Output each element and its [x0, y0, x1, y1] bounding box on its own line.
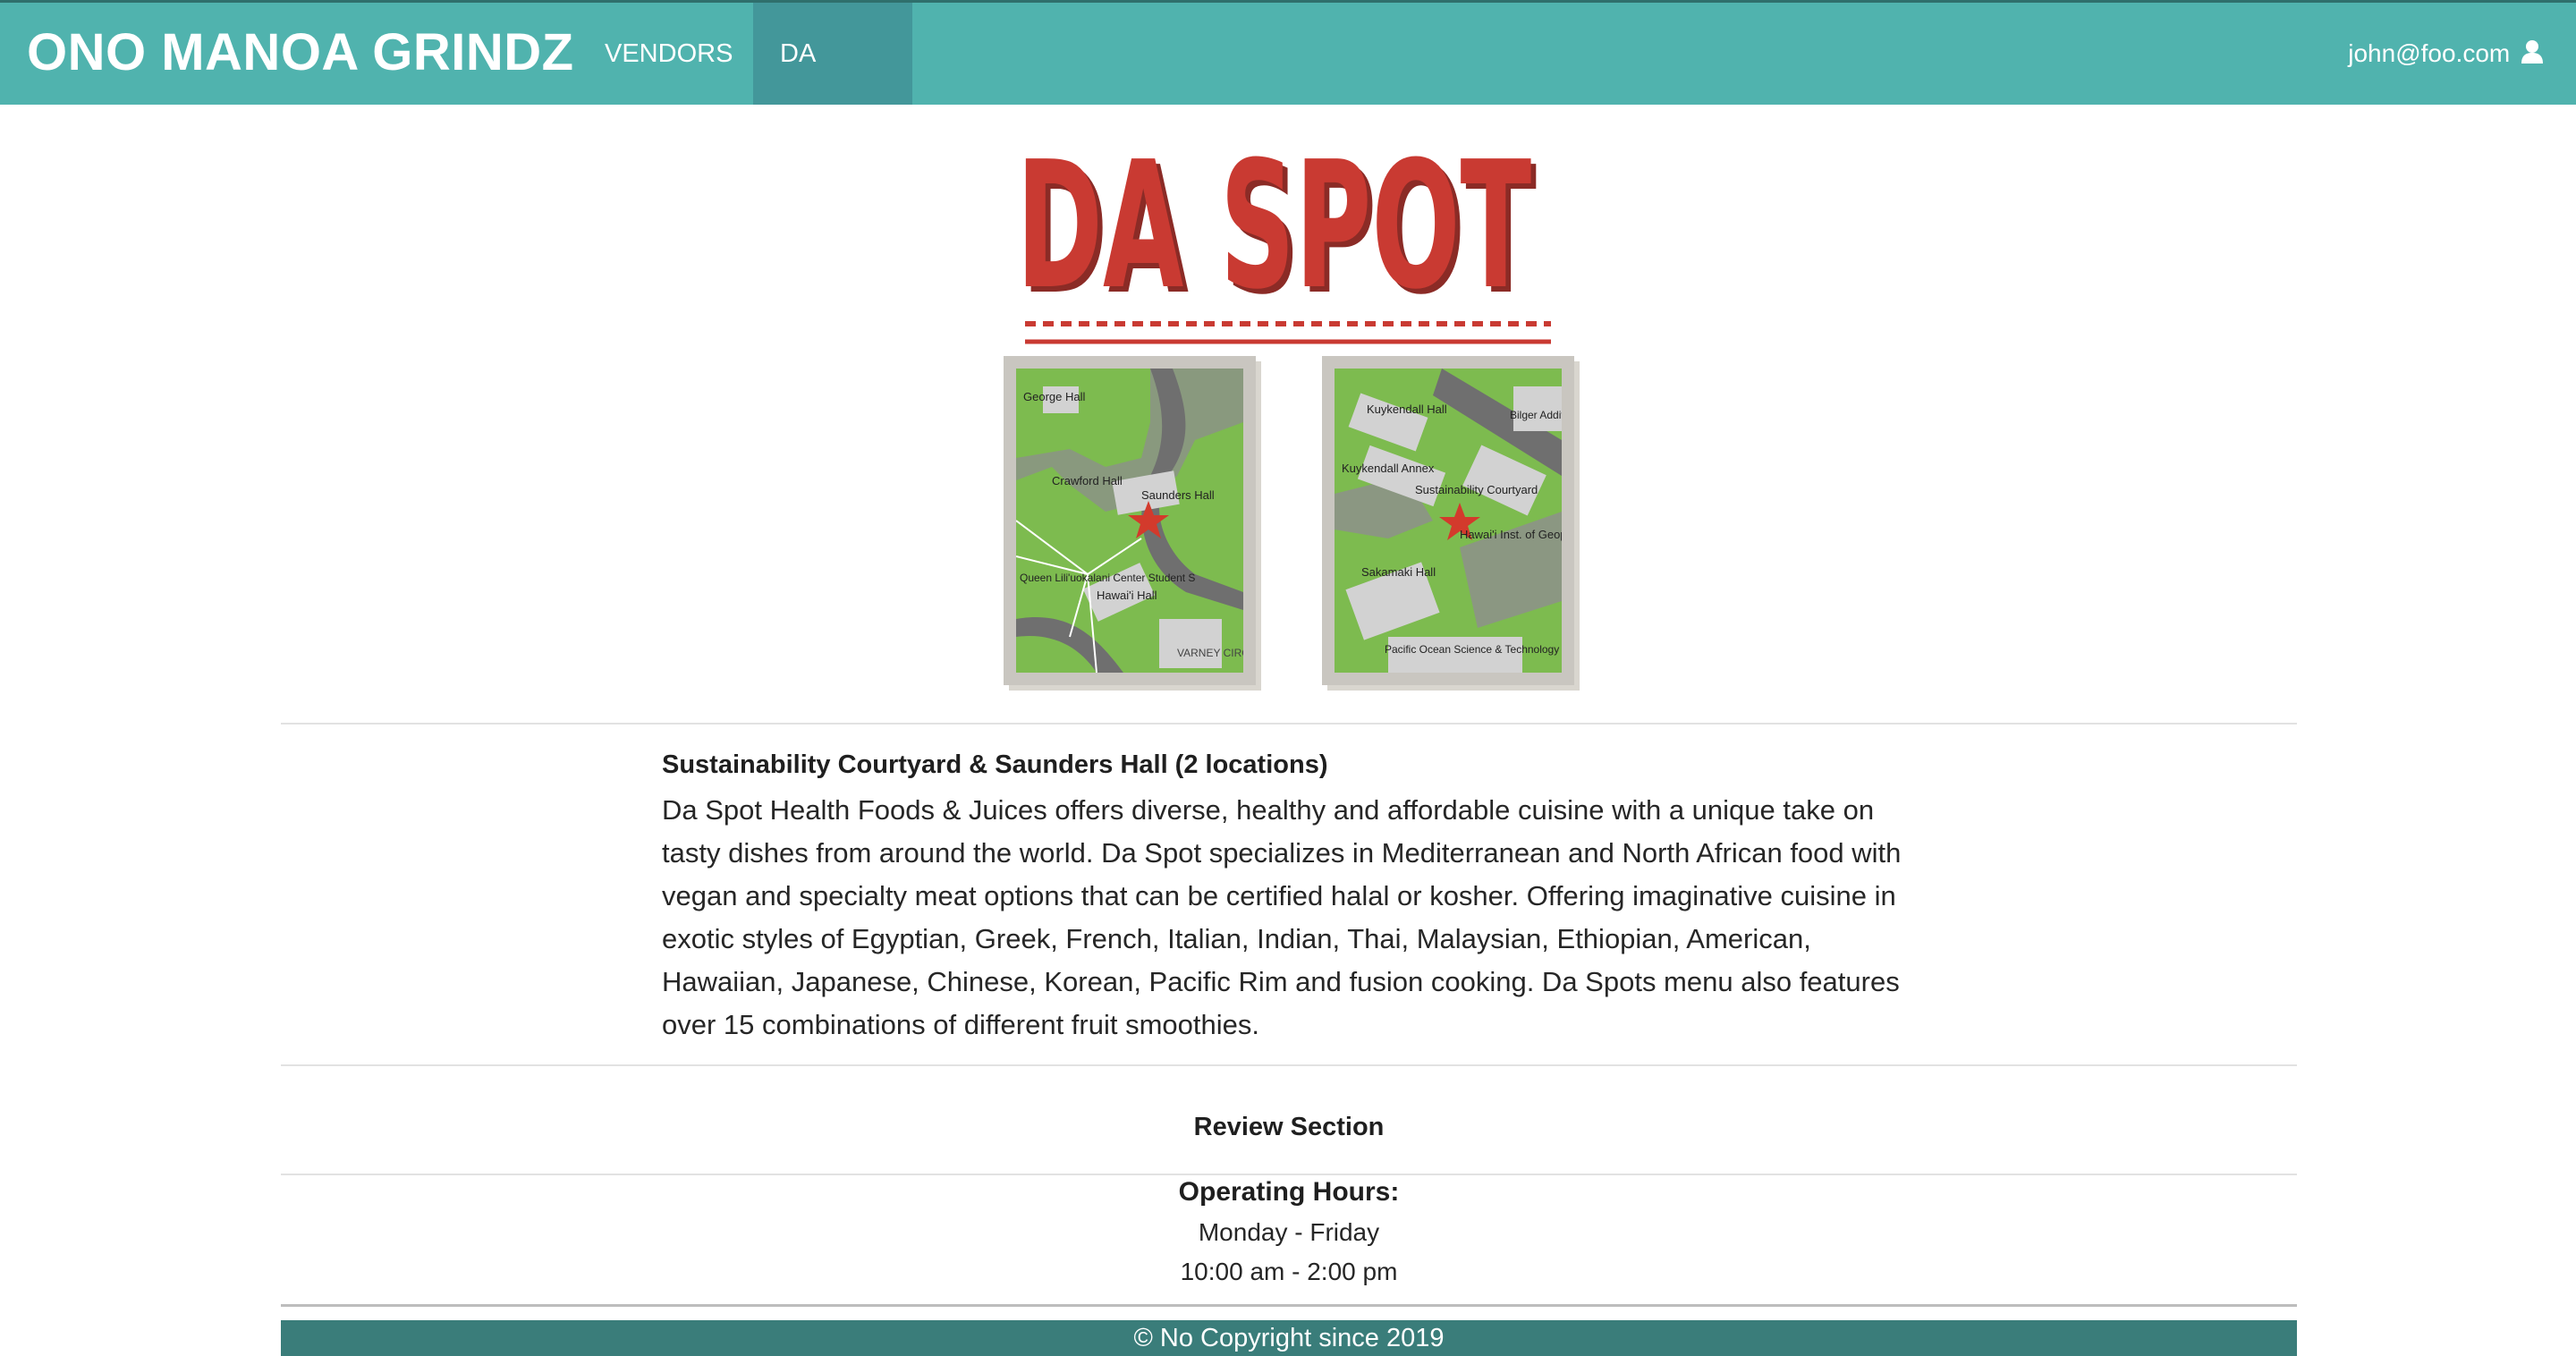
user-menu[interactable]: john@foo.com	[2348, 3, 2544, 105]
section-divider	[281, 723, 2297, 725]
footer-copyright: © No Copyright since 2019	[1133, 1324, 1445, 1352]
map-label: Sakamaki Hall	[1361, 565, 1436, 579]
map-label: Kuykendall Hall	[1367, 403, 1447, 416]
operating-days: Monday - Friday	[1198, 1218, 1380, 1246]
top-navbar: ONO MANOA GRINDZ VENDORS DA SPOT john@fo…	[0, 0, 2576, 170]
map-label: VARNEY CIRCLE	[1177, 647, 1243, 659]
map-label: Crawford Hall	[1052, 474, 1123, 487]
operating-hours-title: Operating Hours:	[1178, 1177, 1400, 1207]
brand-logo-link[interactable]: ONO MANOA GRINDZ	[27, 22, 574, 82]
logo-text: DA SPOT	[1020, 150, 1531, 328]
user-email: john@foo.com	[2348, 39, 2511, 67]
map-saunders-hall: George Hall Crawford Hall Saunders Hall …	[1004, 356, 1256, 685]
footer: © No Copyright since 2019	[281, 1320, 2297, 1356]
map-label: Saunders Hall	[1141, 488, 1215, 502]
map-label: Hawai'i Hall	[1097, 589, 1157, 602]
map-label: Bilger Addition	[1510, 409, 1562, 421]
map-label: Hawai'i Inst. of Geophysics	[1460, 528, 1562, 541]
nav-item-vendors[interactable]: VENDORS	[578, 3, 751, 105]
da-spot-logo: DA SPOT DA SPOT	[1020, 150, 1551, 344]
footer-divider	[281, 1304, 2297, 1307]
nav-item-da-spot[interactable]: DA SPOT	[753, 3, 912, 170]
map-label: Pacific Ocean Science & Technology	[1385, 643, 1559, 656]
map-label: Queen Lili'uokalani Center Student S	[1020, 572, 1195, 584]
map-label: George Hall	[1023, 390, 1085, 403]
vendor-description: Sustainability Courtyard & Saunders Hall…	[662, 746, 1914, 1047]
map-sustainability-courtyard: Kuykendall Hall Kuykendall Annex Sustain…	[1322, 356, 1574, 685]
operating-time: 10:00 am - 2:00 pm	[1180, 1258, 1398, 1285]
map-label: Sustainability Courtyard	[1415, 483, 1538, 496]
user-icon	[2521, 40, 2543, 64]
section-divider	[281, 1174, 2297, 1175]
section-divider	[281, 1064, 2297, 1066]
description-body: Da Spot Health Foods & Juices offers div…	[662, 794, 1902, 1040]
location-title: Sustainability Courtyard & Saunders Hall…	[662, 750, 1328, 779]
map-label: Kuykendall Annex	[1342, 462, 1435, 475]
review-section-title: Review Section	[1193, 1113, 1385, 1141]
